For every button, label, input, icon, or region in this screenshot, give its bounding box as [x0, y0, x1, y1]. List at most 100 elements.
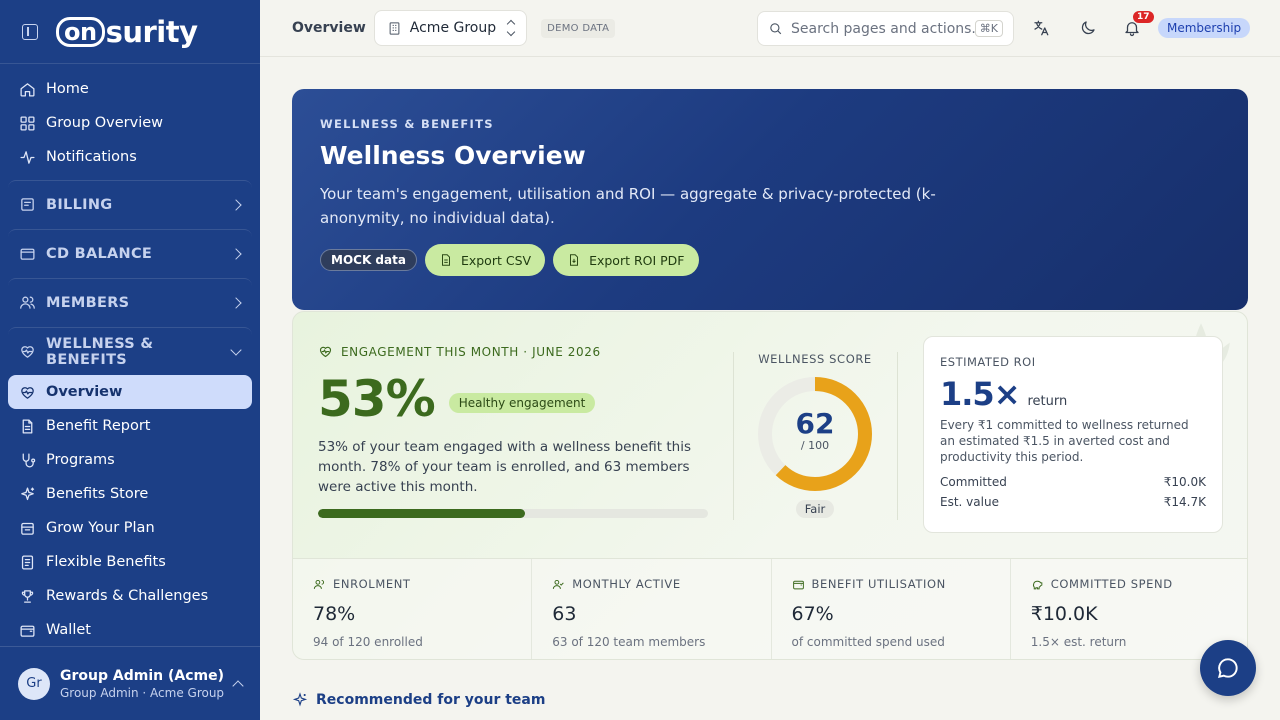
sidebar-item-grow-your-plan[interactable]: Grow Your Plan	[8, 511, 252, 545]
sidebar-item-home[interactable]: Home	[8, 72, 252, 106]
stat-label-text: ENROLMENT	[333, 577, 411, 591]
heart-pulse-icon	[18, 343, 36, 361]
stat-label-text: BENEFIT UTILISATION	[811, 577, 946, 591]
stat-label-text: COMMITTED SPEND	[1050, 577, 1173, 591]
sidebar-item-benefit-report[interactable]: Benefit Report	[8, 409, 252, 443]
sidebar-collapse-icon[interactable]	[22, 23, 38, 40]
file-download-icon	[570, 254, 579, 266]
wellness-score-max: / 100	[800, 439, 830, 452]
wellness-score-label: WELLNESS SCORE	[758, 352, 872, 366]
sidebar-item-label: Flexible Benefits	[46, 554, 166, 570]
logo[interactable]: on surity	[56, 15, 198, 49]
activity-icon	[18, 148, 36, 166]
sidebar-item-label: Benefits Store	[46, 486, 149, 502]
sidebar-section-billing[interactable]: BILLING	[8, 180, 252, 228]
engagement-progress-fill	[318, 509, 525, 518]
chevron-right-icon	[230, 247, 242, 260]
stat-subtext: of committed spend used	[791, 635, 945, 649]
roi-unit: return	[1027, 394, 1068, 409]
doc-list-icon	[18, 553, 36, 571]
search-input[interactable]: Search pages and actions... ⌘K	[757, 11, 1014, 46]
engagement-summary: ENGAGEMENT THIS MONTH · JUNE 2026 53% He…	[318, 344, 713, 518]
roi-est-label: Est. value	[940, 495, 999, 509]
stat-value: 67%	[791, 603, 834, 625]
avatar: Gr	[18, 667, 50, 700]
sidebar-item-overview[interactable]: Overview	[8, 375, 252, 409]
moon-icon[interactable]	[1078, 18, 1098, 38]
group-select-value: Acme Group	[409, 20, 497, 36]
stat-value: ₹10.0K	[1030, 603, 1098, 625]
roi-description: Every ₹1 committed to wellness returned …	[940, 418, 1189, 464]
chevron-right-icon	[230, 296, 242, 309]
stat-monthly-active: MONTHLY ACTIVE 63 63 of 120 team members	[532, 559, 772, 659]
stat-value: 78%	[313, 603, 356, 625]
search-shortcut: ⌘K	[974, 20, 1003, 37]
chat-bubble-icon	[1217, 658, 1238, 678]
trophy-icon	[18, 587, 36, 605]
stat-label: MONTHLY ACTIVE	[552, 577, 750, 591]
roi-value-row: 1.5× return	[940, 375, 1206, 413]
stat-subtext: 1.5× est. return	[1030, 635, 1127, 649]
sidebar-item-flexible-benefits[interactable]: Flexible Benefits	[8, 545, 252, 579]
divider	[733, 352, 734, 520]
user-info: Group Admin (Acme) Group Admin · Acme Gr…	[60, 668, 234, 700]
chevron-right-icon	[230, 198, 242, 211]
user-menu[interactable]: Gr Group Admin (Acme) Group Admin · Acme…	[0, 646, 260, 720]
engagement-eyebrow-text: ENGAGEMENT THIS MONTH · JUNE 2026	[341, 344, 601, 359]
roi-label: ESTIMATED ROI	[940, 355, 1036, 369]
estimated-roi-card: ESTIMATED ROI 1.5× return Every ₹1 commi…	[923, 336, 1223, 533]
engagement-card: ENGAGEMENT THIS MONTH · JUNE 2026 53% He…	[292, 311, 1248, 660]
sidebar-item-label: Group Overview	[46, 115, 164, 131]
chevron-up-down-icon	[506, 19, 516, 37]
users-icon	[18, 294, 36, 312]
sidebar-item-rewards[interactable]: Rewards & Challenges	[8, 579, 252, 613]
sidebar-item-label: Notifications	[46, 149, 137, 165]
breadcrumb[interactable]: Overview	[292, 20, 366, 36]
export-roi-pdf-button[interactable]: Export ROI PDF	[553, 244, 699, 276]
building-icon	[389, 21, 400, 35]
sidebar-section-wellness[interactable]: WELLNESS & BENEFITS	[8, 327, 252, 375]
roi-est-value: ₹14.7K	[1163, 495, 1206, 509]
stat-label: COMMITTED SPEND	[1031, 577, 1229, 591]
stat-label-text: MONTHLY ACTIVE	[572, 577, 681, 591]
user-check-icon	[553, 579, 564, 589]
logo-text: surity	[105, 14, 198, 49]
stats-row: ENROLMENT 78% 94 of 120 enrolled MONTHLY…	[293, 558, 1247, 659]
sidebar-item-wallet[interactable]: Wallet	[8, 613, 252, 647]
user-role: Group Admin · Acme Group	[60, 685, 225, 700]
sidebar-item-label: Wallet	[46, 622, 91, 638]
piggy-bank-icon	[1032, 580, 1043, 589]
sidebar-item-label: Rewards & Challenges	[46, 588, 209, 604]
membership-badge[interactable]: Membership	[1158, 18, 1251, 38]
logo-on: on	[56, 16, 105, 47]
engagement-eyebrow: ENGAGEMENT THIS MONTH · JUNE 2026	[318, 344, 713, 359]
roi-est-value-row: Est. value ₹14.7K	[940, 495, 1206, 509]
recommended-title: Recommended for your team	[316, 692, 546, 708]
sidebar-item-group-overview[interactable]: Group Overview	[8, 106, 252, 140]
sidebar-item-notifications[interactable]: Notifications	[8, 140, 252, 174]
group-select[interactable]: Acme Group	[373, 10, 528, 46]
sidebar-section-cd-balance[interactable]: CD BALANCE	[8, 229, 252, 277]
demo-data-badge: DEMO DATA	[541, 18, 616, 38]
stat-enrolment: ENROLMENT 78% 94 of 120 enrolled	[293, 559, 533, 659]
sidebar-nav: Home Group Overview Notifications BILLIN…	[0, 64, 260, 647]
sidebar-item-label: Grow Your Plan	[46, 520, 155, 536]
wellness-score-rating: Fair	[795, 500, 835, 518]
stat-value: 63	[552, 603, 577, 625]
roi-committed-value: ₹10.0K	[1163, 475, 1206, 489]
engagement-value: 53%	[318, 370, 436, 428]
stat-subtext: 63 of 120 team members	[552, 635, 706, 649]
mock-data-badge: MOCK data	[320, 249, 417, 271]
translate-icon[interactable]	[1031, 18, 1051, 38]
roi-committed-row: Committed ₹10.0K	[940, 475, 1206, 489]
sidebar-section-members[interactable]: MEMBERS	[8, 278, 252, 326]
bell-icon[interactable]: 17	[1122, 10, 1155, 38]
wallet-icon	[18, 245, 36, 263]
sidebar-item-programs[interactable]: Programs	[8, 443, 252, 477]
export-csv-button[interactable]: Export CSV	[424, 244, 546, 276]
search-placeholder: Search pages and actions...	[791, 20, 975, 37]
chat-button[interactable]	[1200, 640, 1256, 696]
sidebar-item-benefits-store[interactable]: Benefits Store	[8, 477, 252, 511]
sidebar-section-label: WELLNESS & BENEFITS	[46, 335, 154, 368]
heart-pulse-icon	[319, 346, 332, 358]
